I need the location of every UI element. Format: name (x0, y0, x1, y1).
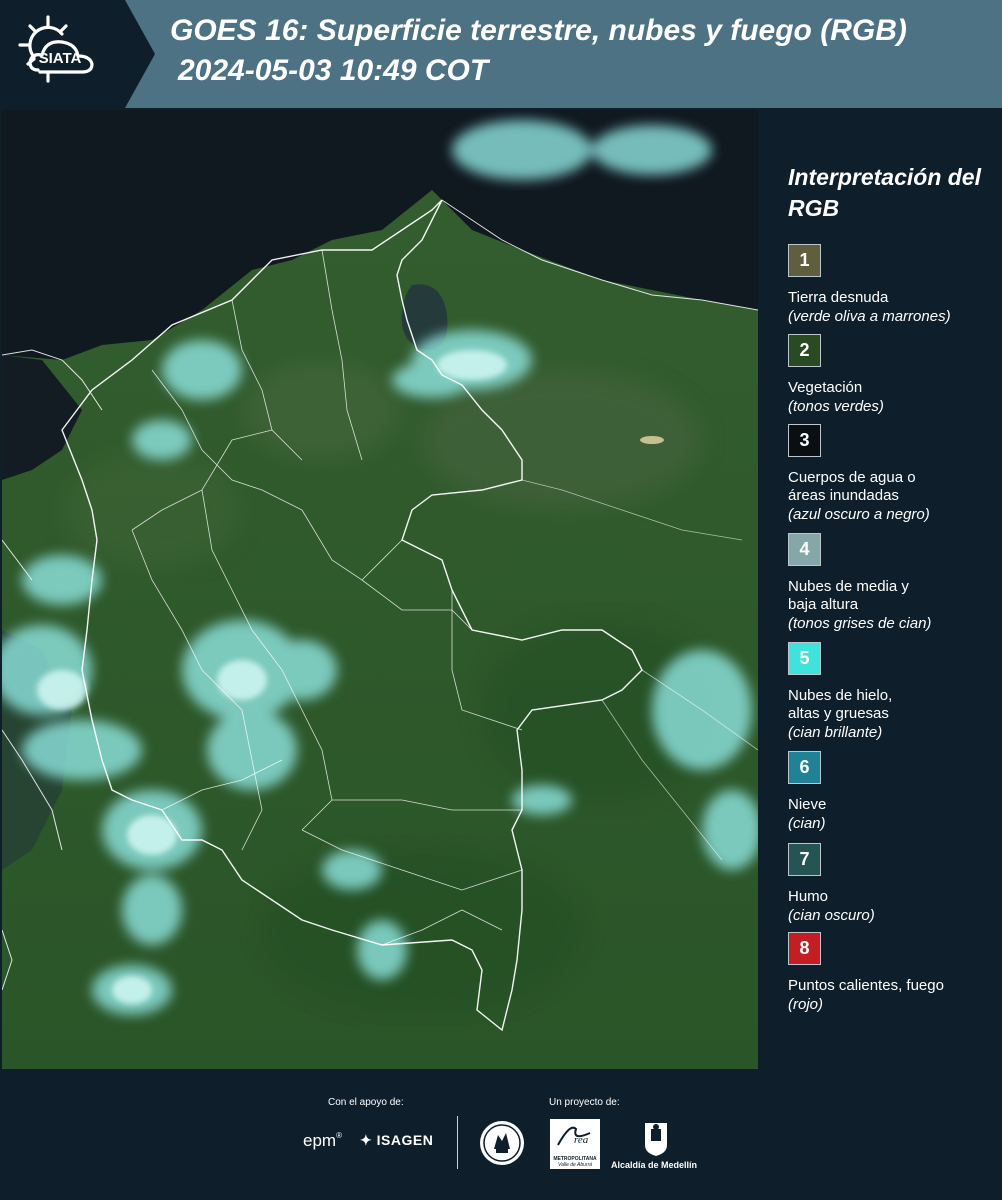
header-bar: SIATA GOES 16: Superficie terrestre, nub… (0, 0, 1002, 108)
support-caption: Con el apoyo de: (328, 1097, 404, 1108)
legend-label: Tierra desnuda (788, 289, 889, 306)
legend-panel: Interpretación del RGB 1 Tierra desnuda … (760, 110, 1002, 1069)
legend-note: (cian brillante) (788, 724, 883, 741)
legend-item-water: 3 Cuerpos de agua o áreas inundadas (azu… (788, 424, 998, 524)
logo-text: SIATA (39, 50, 82, 67)
legend-note: (cian) (788, 815, 826, 832)
legend-item-fire: 8 Puntos calientes, fuego (rojo) (788, 932, 998, 1014)
legend-swatch: 1 (788, 244, 821, 277)
legend-note: (azul oscuro a negro) (788, 506, 930, 523)
legend-swatch: 3 (788, 424, 821, 457)
siata-logo[interactable]: SIATA (0, 0, 155, 108)
legend-label: Puntos calientes, fuego (788, 977, 944, 994)
legend-note: (rojo) (788, 996, 824, 1013)
legend-item-ice-clouds: 5 Nubes de hielo, altas y gruesas (cian … (788, 642, 998, 742)
legend-label: Humo (788, 888, 829, 905)
legend-item-low-clouds: 4 Nubes de media y baja altura (tonos gr… (788, 533, 998, 633)
legend-label: Nubes de media y baja altura (788, 578, 909, 613)
metropolitana-sub: Valle de Aburrá (557, 1162, 593, 1168)
legend-item-vegetation: 2 Vegetación (tonos verdes) (788, 334, 998, 416)
legend-note: (tonos verdes) (788, 398, 884, 415)
page-title: GOES 16: Superficie terrestre, nubes y f… (170, 14, 907, 47)
legend-item-snow: 6 Nieve (cian) (788, 751, 998, 833)
seal-logo[interactable] (478, 1119, 526, 1167)
legend-label: Cuerpos de agua o áreas inundadas (788, 469, 916, 504)
legend-item-smoke: 7 Humo (cian oscuro) (788, 843, 998, 925)
epm-text: epm (303, 1131, 337, 1150)
isagen-icon: ✦ (360, 1132, 373, 1148)
legend-swatch: 2 (788, 334, 821, 367)
legend-swatch: 5 (788, 642, 821, 675)
svg-text:rea: rea (574, 1134, 589, 1146)
area-metropolitana-logo[interactable]: rea METROPOLITANA Valle de Aburrá (550, 1119, 600, 1169)
legend-note: (cian oscuro) (788, 907, 875, 924)
legend-title: Interpretación del RGB (788, 164, 981, 221)
alcaldia-text: Alcaldía de Medellín (611, 1160, 698, 1170)
legend-note: (verde oliva a marrones) (788, 308, 951, 325)
epm-logo[interactable]: epm® (303, 1131, 342, 1151)
legend-label: Nubes de hielo, altas y gruesas (788, 687, 893, 722)
legend-swatch: 7 (788, 843, 821, 876)
timestamp: 2024-05-03 10:49 COT (178, 54, 489, 87)
legend-label: Vegetación (788, 379, 863, 396)
isagen-logo[interactable]: ✦ ISAGEN (360, 1132, 433, 1149)
legend-swatch: 4 (788, 533, 821, 566)
project-caption: Un proyecto de: (549, 1097, 620, 1108)
legend-swatch: 6 (788, 751, 821, 784)
legend-swatch: 8 (788, 932, 821, 965)
legend-note: (tonos grises de cian) (788, 615, 932, 632)
legend-label: Nieve (788, 796, 827, 813)
legend-item-bare-soil: 1 Tierra desnuda (verde oliva a marrones… (788, 244, 998, 326)
footer-divider (457, 1116, 458, 1169)
footer: Con el apoyo de: Un proyecto de: epm® ✦ … (0, 1069, 1002, 1200)
alcaldia-shield-icon[interactable] (643, 1119, 669, 1157)
isagen-text: ISAGEN (376, 1132, 434, 1148)
satellite-map[interactable] (2, 110, 758, 1069)
